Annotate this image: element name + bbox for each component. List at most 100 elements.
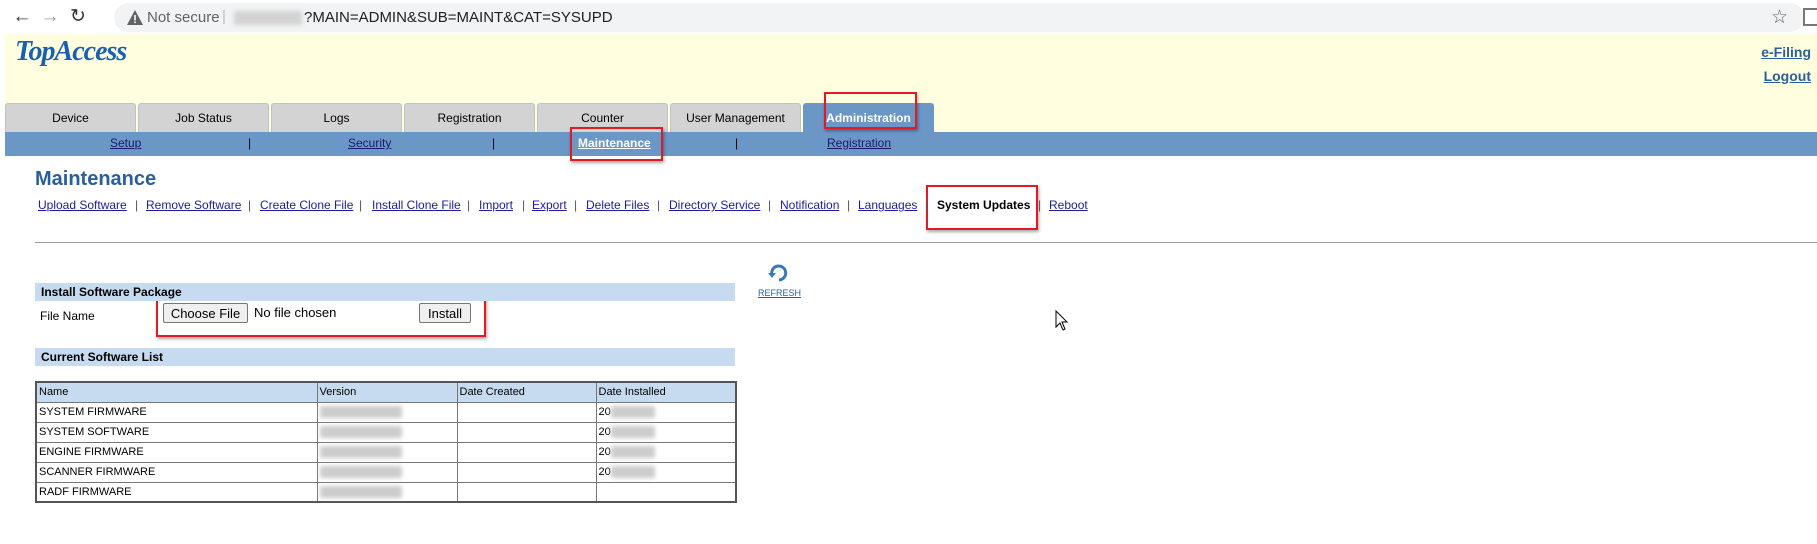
tab-registration[interactable]: Registration: [404, 103, 535, 132]
link-create-clone-file[interactable]: Create Clone File: [260, 198, 353, 212]
annotation-box-maintenance: [570, 127, 663, 161]
back-icon[interactable]: ←: [10, 5, 34, 29]
browser-toolbar: ← → ↻ Not secure | ?MAIN=ADMIN&SUB=MAINT…: [0, 0, 1817, 34]
forward-icon[interactable]: →: [38, 5, 62, 29]
cell-name: SYSTEM SOFTWARE: [35, 421, 318, 443]
link-separator: |: [522, 198, 526, 212]
divider: [35, 242, 1817, 243]
cell-name: ENGINE FIRMWARE: [35, 441, 318, 463]
link-directory-service[interactable]: Directory Service: [669, 198, 760, 212]
subnav-separator: |: [248, 136, 252, 150]
link-separator: |: [359, 198, 363, 212]
install-section-header: Install Software Package: [35, 283, 735, 301]
address-bar[interactable]: Not secure | ?MAIN=ADMIN&SUB=MAINT&CAT=S…: [114, 3, 1804, 32]
subnav-separator: |: [492, 136, 496, 150]
redacted-host: [234, 11, 302, 25]
file-name-label: File Name: [40, 309, 95, 323]
software-table: Name Version Date Created Date Installed…: [35, 381, 737, 503]
cell-date-installed: 20: [595, 461, 737, 483]
software-list-header: Current Software List: [35, 348, 735, 366]
cell-version-redacted: [316, 401, 458, 423]
link-import[interactable]: Import: [479, 198, 513, 212]
table-header-row: Name Version Date Created Date Installed: [35, 381, 737, 403]
warning-icon: [127, 10, 143, 25]
tab-job-status[interactable]: Job Status: [138, 103, 269, 132]
cell-name: SCANNER FIRMWARE: [35, 461, 318, 483]
table-row: SYSTEM SOFTWARE 20: [35, 421, 737, 443]
link-upload-software[interactable]: Upload Software: [38, 198, 127, 212]
extension-icon[interactable]: [1803, 8, 1817, 26]
cell-date-created: [456, 421, 597, 443]
link-separator: |: [248, 198, 252, 212]
link-separator: |: [1038, 198, 1042, 212]
subnav-registration[interactable]: Registration: [827, 136, 891, 150]
link-separator: |: [467, 198, 471, 212]
link-languages[interactable]: Languages: [858, 198, 917, 212]
no-file-text: No file chosen: [254, 305, 337, 320]
link-notification[interactable]: Notification: [780, 198, 839, 212]
cell-date-installed: 20: [595, 401, 737, 423]
reload-icon[interactable]: ↻: [66, 5, 90, 29]
column-header-version: Version: [316, 381, 458, 403]
link-separator: |: [657, 198, 661, 212]
topaccess-logo: TopAccess: [15, 36, 127, 67]
cell-date-created: [456, 441, 597, 463]
page-title: Maintenance: [35, 168, 157, 190]
refresh-icon: [768, 264, 788, 282]
choose-file-button[interactable]: Choose File: [163, 303, 248, 323]
cell-date-created: [456, 481, 597, 503]
link-separator: |: [135, 198, 139, 212]
subnav-setup[interactable]: Setup: [110, 136, 141, 150]
link-export[interactable]: Export: [532, 198, 567, 212]
link-separator: |: [574, 198, 578, 212]
url-text[interactable]: ?MAIN=ADMIN&SUB=MAINT&CAT=SYSUPD: [304, 9, 613, 26]
cell-date-created: [456, 461, 597, 483]
cell-date-installed: 20: [595, 441, 737, 463]
logout-link[interactable]: Logout: [1764, 68, 1811, 84]
tab-logs[interactable]: Logs: [271, 103, 402, 132]
column-header-date-created: Date Created: [456, 381, 597, 403]
cell-version-redacted: [316, 481, 458, 503]
table-row: SYSTEM FIRMWARE 20: [35, 401, 737, 423]
date-prefix: 20: [598, 445, 611, 458]
header-banner: TopAccess e-Filing Logout: [5, 34, 1817, 87]
link-system-updates[interactable]: System Updates: [937, 198, 1030, 212]
cell-name: RADF FIRMWARE: [35, 481, 318, 503]
link-reboot[interactable]: Reboot: [1049, 198, 1088, 212]
cell-date-installed: 20: [595, 421, 737, 443]
cell-date-installed: [595, 481, 737, 503]
link-separator: |: [925, 198, 929, 212]
date-prefix: 20: [598, 405, 611, 418]
install-button[interactable]: Install: [419, 303, 471, 323]
date-prefix: 20: [598, 465, 611, 478]
refresh-button[interactable]: REFRESH: [758, 263, 801, 298]
cell-version-redacted: [316, 461, 458, 483]
date-prefix: 20: [598, 425, 611, 438]
link-install-clone-file[interactable]: Install Clone File: [372, 198, 461, 212]
link-remove-software[interactable]: Remove Software: [146, 198, 241, 212]
table-row: SCANNER FIRMWARE 20: [35, 461, 737, 483]
link-delete-files[interactable]: Delete Files: [586, 198, 649, 212]
cell-date-created: [456, 401, 597, 423]
table-row: ENGINE FIRMWARE 20: [35, 441, 737, 463]
link-separator: |: [768, 198, 772, 212]
mouse-cursor-icon: [1055, 310, 1069, 331]
cell-version-redacted: [316, 421, 458, 443]
link-separator: |: [847, 198, 851, 212]
cell-version-redacted: [316, 441, 458, 463]
address-separator: |: [222, 8, 226, 25]
column-header-date-installed: Date Installed: [595, 381, 737, 403]
column-header-name: Name: [35, 381, 318, 403]
tab-device[interactable]: Device: [5, 103, 136, 132]
refresh-label[interactable]: REFRESH: [758, 288, 801, 298]
subnav-separator: |: [735, 136, 739, 150]
security-label: Not secure: [147, 9, 220, 26]
efiling-link[interactable]: e-Filing: [1761, 44, 1811, 60]
table-row: RADF FIRMWARE: [35, 481, 737, 503]
subnav-security[interactable]: Security: [348, 136, 391, 150]
sub-navigation: Setup | Security | Maintenance | Registr…: [5, 132, 1817, 156]
cell-name: SYSTEM FIRMWARE: [35, 401, 318, 423]
bookmark-star-icon[interactable]: ☆: [1771, 6, 1788, 29]
annotation-box-administration: [824, 92, 917, 129]
tab-user-management[interactable]: User Management: [670, 103, 801, 132]
